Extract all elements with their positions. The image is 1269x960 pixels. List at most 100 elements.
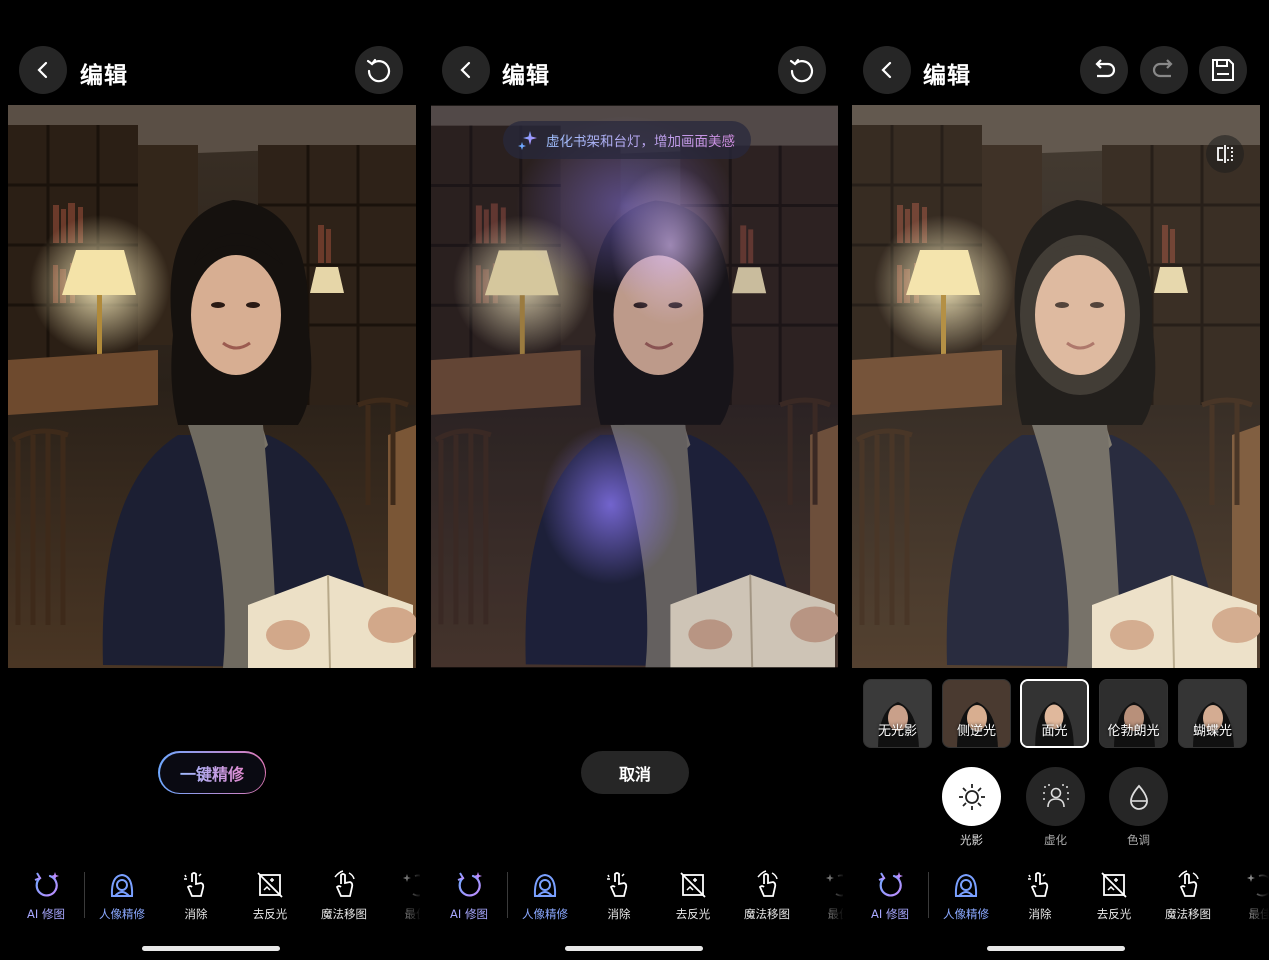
- tool-portrait[interactable]: 人像精修: [85, 868, 159, 922]
- tool-magic-move[interactable]: 魔法移图: [730, 868, 804, 922]
- tool-label: AI 修图: [27, 907, 65, 921]
- magic-move-icon: [757, 870, 778, 897]
- tool-label: AI 修图: [450, 907, 488, 921]
- preset-side-backlight[interactable]: 侧逆光: [942, 679, 1011, 748]
- ai-suggestion-chip[interactable]: 虚化书架和台灯，增加画面美感: [503, 121, 751, 159]
- magic-move-icon: [1178, 870, 1199, 897]
- tool-bar: AI 修图 人像精修 消除 去反光 魔法移图 最佳: [845, 868, 1269, 928]
- panel-original: 编辑 一键精修 AI 修图 人像精修 消除 去反光 魔法移图: [0, 0, 420, 960]
- page-title: 编辑: [923, 63, 971, 89]
- chevron-left-icon: [460, 61, 471, 79]
- tool-eraser[interactable]: 消除: [1003, 868, 1077, 922]
- compare-button[interactable]: [1206, 135, 1244, 173]
- tool-label: 魔法移图: [1165, 907, 1211, 921]
- mode-blur-button[interactable]: [1026, 767, 1085, 826]
- lighting-presets: 无光影 侧逆光 面光 伦勃朗光 蝴蝶光: [863, 679, 1263, 748]
- reset-button[interactable]: [355, 46, 403, 94]
- tool-label: 魔法移图: [321, 907, 367, 921]
- tool-label: 去反光: [675, 907, 711, 921]
- sun-icon: [958, 783, 985, 810]
- preset-rembrandt[interactable]: 伦勃朗光: [1099, 679, 1168, 748]
- cancel-button[interactable]: 取消: [581, 751, 689, 794]
- portrait-icon: [533, 873, 557, 897]
- tool-label: AI 修图: [871, 907, 909, 921]
- portrait-icon: [110, 873, 134, 897]
- preset-label: 无光影: [877, 724, 917, 739]
- preset-front-light[interactable]: 面光: [1020, 679, 1089, 748]
- redo-icon: [1152, 59, 1173, 78]
- tool-label: 消除: [607, 907, 631, 921]
- preset-label: 蝴蝶光: [1192, 724, 1232, 739]
- tool-label: 去反光: [252, 907, 288, 921]
- mode-light-shadow-button[interactable]: [942, 767, 1001, 826]
- sparkle-icon: [518, 131, 537, 150]
- photo-preview[interactable]: 虚化书架和台灯，增加画面美感: [431, 105, 838, 668]
- tool-anti-reflection[interactable]: 去反光: [656, 868, 730, 922]
- reset-icon: [789, 58, 814, 83]
- tool-anti-reflection[interactable]: 去反光: [1077, 868, 1151, 922]
- tool-eraser[interactable]: 消除: [159, 868, 233, 922]
- page-title: 编辑: [80, 63, 128, 89]
- chevron-left-icon: [881, 61, 892, 79]
- ai-suggestion-text: 虚化书架和台灯，增加画面美感: [546, 130, 735, 150]
- one-tap-enhance-button[interactable]: 一键精修: [158, 751, 266, 794]
- panel-ai-suggestion: 编辑 虚化书架和台灯，增加画面美感 取消 AI 修图 人像精修 消除 去反光 魔…: [423, 0, 843, 960]
- ai-retouch-icon: [34, 872, 59, 897]
- magic-move-icon: [334, 870, 355, 897]
- toolbar-fade: [1235, 868, 1269, 928]
- save-button[interactable]: [1199, 46, 1247, 94]
- tool-anti-reflection[interactable]: 去反光: [233, 868, 307, 922]
- home-indicator[interactable]: [142, 946, 280, 951]
- reset-button[interactable]: [778, 46, 826, 94]
- back-button[interactable]: [863, 46, 911, 94]
- tool-label: 人像精修: [99, 907, 145, 921]
- panel-lighting: 编辑 无光影 侧逆光 面光 伦勃朗光 蝴蝶光 光影 虚化 色调 AI 修图 人像…: [845, 0, 1269, 960]
- tool-magic-move[interactable]: 魔法移图: [1151, 868, 1225, 922]
- toolbar-fade: [388, 868, 420, 928]
- tool-magic-move[interactable]: 魔法移图: [307, 868, 381, 922]
- toolbar-fade: [811, 868, 843, 928]
- back-button[interactable]: [19, 46, 67, 94]
- home-indicator[interactable]: [565, 946, 703, 951]
- droplet-icon: [1129, 784, 1148, 810]
- cancel-label: 取消: [618, 764, 651, 784]
- eraser-icon: [1028, 872, 1049, 897]
- compare-icon: [1217, 145, 1233, 163]
- home-indicator[interactable]: [987, 946, 1125, 951]
- page-title: 编辑: [502, 63, 550, 89]
- one-tap-enhance-label: 一键精修: [180, 761, 244, 785]
- tool-label: 去反光: [1096, 907, 1132, 921]
- undo-button[interactable]: [1080, 46, 1128, 94]
- tool-ai-retouch[interactable]: AI 修图: [432, 868, 506, 922]
- tool-label: 魔法移图: [744, 907, 790, 921]
- tool-ai-retouch[interactable]: AI 修图: [853, 868, 927, 922]
- redo-button[interactable]: [1140, 46, 1188, 94]
- tool-bar: AI 修图 人像精修 消除 去反光 魔法移图 最佳: [0, 868, 420, 928]
- anti-reflection-icon: [257, 872, 283, 898]
- tool-portrait[interactable]: 人像精修: [508, 868, 582, 922]
- photo-preview[interactable]: [8, 105, 416, 668]
- mode-label: 光影: [960, 833, 983, 847]
- undo-icon: [1095, 59, 1116, 78]
- ai-retouch-icon: [457, 872, 482, 897]
- preset-no-shadow[interactable]: 无光影: [863, 679, 932, 748]
- tool-ai-retouch[interactable]: AI 修图: [9, 868, 83, 922]
- preset-butterfly[interactable]: 蝴蝶光: [1178, 679, 1247, 748]
- photo-preview[interactable]: [852, 105, 1260, 668]
- tool-eraser[interactable]: 消除: [582, 868, 656, 922]
- mode-label: 色调: [1127, 833, 1150, 847]
- portrait-icon: [954, 873, 978, 897]
- tool-label: 消除: [1028, 907, 1052, 921]
- eraser-icon: [184, 872, 205, 897]
- tool-portrait[interactable]: 人像精修: [929, 868, 1003, 922]
- back-button[interactable]: [442, 46, 490, 94]
- preset-label: 伦勃朗光: [1107, 724, 1160, 739]
- tool-label: 人像精修: [522, 907, 568, 921]
- save-icon: [1212, 59, 1234, 81]
- blur-portrait-icon: [1042, 783, 1069, 807]
- chevron-left-icon: [37, 61, 48, 79]
- mode-tone-button[interactable]: [1109, 767, 1168, 826]
- mode-label: 虚化: [1044, 833, 1067, 847]
- tool-label: 消除: [184, 907, 208, 921]
- reset-icon: [366, 58, 391, 83]
